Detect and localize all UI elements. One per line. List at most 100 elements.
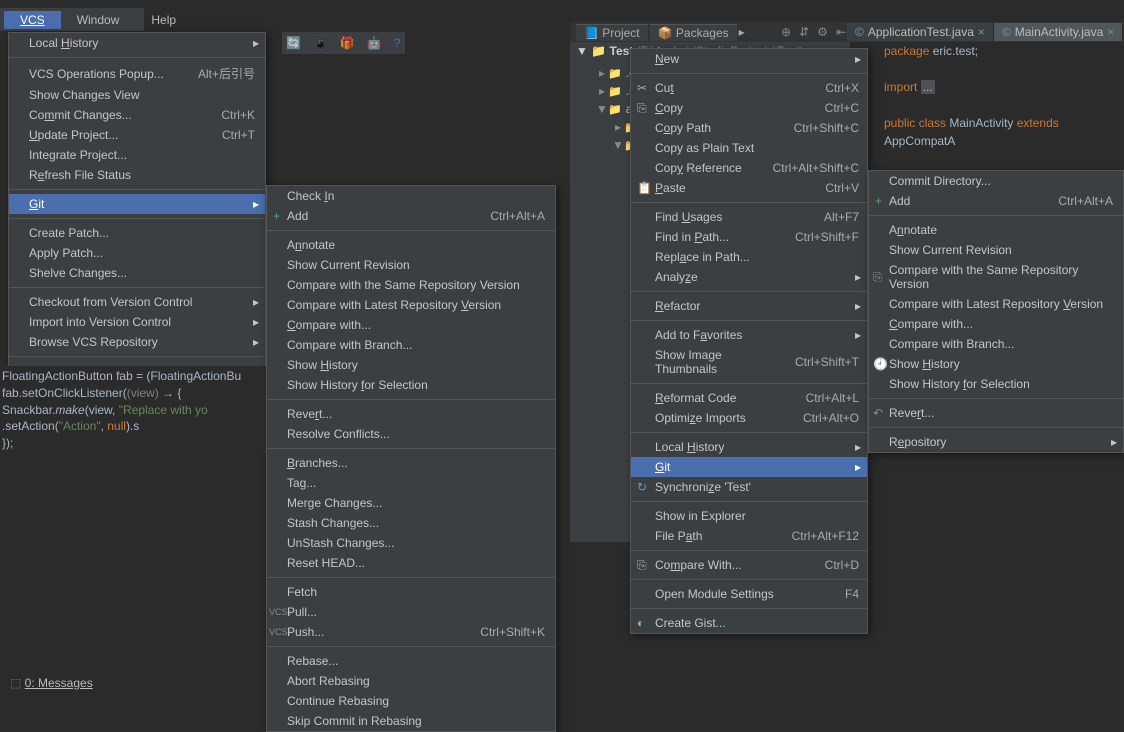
gi-stash[interactable]: Stash Changes... (267, 513, 555, 533)
gc-show-hist-sel[interactable]: Show History for Selection (869, 374, 1123, 394)
gc-show-hist[interactable]: 🕘Show History (869, 354, 1123, 374)
cx-sync[interactable]: ↻Synchronize 'Test' (631, 477, 867, 497)
mi-refresh[interactable]: Refresh File Status (9, 165, 265, 185)
mi-apply-patch[interactable]: Apply Patch... (9, 243, 265, 263)
gi-checkin[interactable]: Check In (267, 186, 555, 206)
gi-resolve[interactable]: Resolve Conflicts... (267, 424, 555, 444)
cx-copy-ref[interactable]: Copy ReferenceCtrl+Alt+Shift+C (631, 158, 867, 178)
gear-icon[interactable]: ⚙ (817, 25, 828, 39)
gi-unstash[interactable]: UnStash Changes... (267, 533, 555, 553)
gi-merge[interactable]: Merge Changes... (267, 493, 555, 513)
mi-browse[interactable]: Browse VCS Repository▸ (9, 332, 265, 352)
gi-annotate[interactable]: Annotate (267, 235, 555, 255)
mi-local-history[interactable]: Local History▸ (9, 33, 265, 53)
cx-find-path[interactable]: Find in Path...Ctrl+Shift+F (631, 227, 867, 247)
gi-branches[interactable]: Branches... (267, 453, 555, 473)
cx-copy-path[interactable]: Copy PathCtrl+Shift+C (631, 118, 867, 138)
gi-pull[interactable]: VCS↓Pull... (267, 602, 555, 622)
cx-open-module[interactable]: Open Module SettingsF4 (631, 584, 867, 604)
gc-annotate[interactable]: Annotate (869, 220, 1123, 240)
cx-file-path[interactable]: File PathCtrl+Alt+F12 (631, 526, 867, 546)
cx-optimize[interactable]: Optimize ImportsCtrl+Alt+O (631, 408, 867, 428)
cx-reformat[interactable]: Reformat CodeCtrl+Alt+L (631, 388, 867, 408)
sync-icon[interactable]: 🔄 (286, 36, 301, 50)
gi-tag[interactable]: Tag... (267, 473, 555, 493)
mi-integrate[interactable]: Integrate Project... (9, 145, 265, 165)
mi-update[interactable]: Update Project...Ctrl+T (9, 125, 265, 145)
git-submenu: Check In +AddCtrl+Alt+A Annotate Show Cu… (266, 185, 556, 732)
gi-fetch[interactable]: Fetch (267, 582, 555, 602)
cx-copy[interactable]: ⎘CopyCtrl+C (631, 98, 867, 118)
gi-abort-rebase[interactable]: Abort Rebasing (267, 671, 555, 691)
cx-show-thumb[interactable]: Show Image ThumbnailsCtrl+Shift+T (631, 345, 867, 379)
collapse-icon[interactable]: ⊕ (781, 25, 791, 39)
gi-cmp-latest[interactable]: Compare with Latest Repository Version (267, 295, 555, 315)
gc-revert[interactable]: ↶Revert... (869, 403, 1123, 423)
gi-rebase[interactable]: Rebase... (267, 651, 555, 671)
cx-analyze[interactable]: Analyze▸ (631, 267, 867, 287)
vcs-dropdown: Local History▸ VCS Operations Popup...Al… (8, 32, 266, 382)
menu-window[interactable]: Window (61, 11, 136, 29)
gc-repository[interactable]: Repository▸ (869, 432, 1123, 452)
device-icon[interactable]: 📱 (313, 36, 328, 50)
cx-refactor[interactable]: Refactor▸ (631, 296, 867, 316)
gi-show-hist[interactable]: Show History (267, 355, 555, 375)
tab-project[interactable]: 📘 Project (576, 24, 648, 41)
cx-find-usages[interactable]: Find UsagesAlt+F7 (631, 207, 867, 227)
gi-revert[interactable]: Revert... (267, 404, 555, 424)
gi-cmp-branch[interactable]: Compare with Branch... (267, 335, 555, 355)
gi-cmp-same[interactable]: Compare with the Same Repository Version (267, 275, 555, 295)
mi-show-changes[interactable]: Show Changes View (9, 85, 265, 105)
gi-skip-commit[interactable]: Skip Commit in Rebasing (267, 711, 555, 731)
gi-show-cur[interactable]: Show Current Revision (267, 255, 555, 275)
menubar: VCS Window Help (0, 8, 144, 32)
bug-icon[interactable]: 🎁 (340, 36, 355, 50)
gc-add[interactable]: +AddCtrl+Alt+A (869, 191, 1123, 211)
tab-more-arrow[interactable]: ▸ (739, 25, 745, 39)
menu-help[interactable]: Help (135, 11, 192, 29)
gi-show-hist-sel[interactable]: Show History for Selection (267, 375, 555, 395)
cx-compare-with[interactable]: ⎘Compare With...Ctrl+D (631, 555, 867, 575)
gi-cmp-with[interactable]: Compare with... (267, 315, 555, 335)
code-snippet-left: FloatingActionButton fab = (FloatingActi… (0, 366, 266, 454)
mi-checkout[interactable]: Checkout from Version Control▸ (9, 292, 265, 312)
tab-packages[interactable]: 📦 Packages (650, 24, 737, 41)
gi-continue-rebase[interactable]: Continue Rebasing (267, 691, 555, 711)
gc-cmp-with[interactable]: Compare with... (869, 314, 1123, 334)
mi-git[interactable]: Git▸ (9, 194, 265, 214)
mi-import-vc[interactable]: Import into Version Control▸ (9, 312, 265, 332)
cx-local-hist[interactable]: Local History▸ (631, 437, 867, 457)
menu-vcs[interactable]: VCS (4, 11, 61, 29)
mi-shelve[interactable]: Shelve Changes... (9, 263, 265, 283)
cx-show-explorer[interactable]: Show in Explorer (631, 506, 867, 526)
android-icon[interactable]: 🤖 (367, 36, 382, 50)
cx-copy-plain[interactable]: Copy as Plain Text (631, 138, 867, 158)
gc-cmp-same[interactable]: ⎘Compare with the Same Repository Versio… (869, 260, 1123, 294)
cx-replace-path[interactable]: Replace in Path... (631, 247, 867, 267)
hide-icon[interactable]: ⇤ (836, 25, 846, 39)
gi-add[interactable]: +AddCtrl+Alt+A (267, 206, 555, 226)
close-icon[interactable]: × (1107, 25, 1114, 39)
tab-app-test[interactable]: ©ApplicationTest.java× (847, 23, 994, 41)
mi-vcs-ops[interactable]: VCS Operations Popup...Alt+后引号 (9, 62, 265, 85)
help-icon[interactable]: ? (394, 36, 401, 50)
close-icon[interactable]: × (978, 25, 985, 39)
cx-create-gist[interactable]: ◐Create Gist... (631, 613, 867, 633)
gc-cmp-branch[interactable]: Compare with Branch... (869, 334, 1123, 354)
gi-reset[interactable]: Reset HEAD... (267, 553, 555, 573)
gi-push[interactable]: VCS↑Push...Ctrl+Shift+K (267, 622, 555, 642)
gc-cmp-latest[interactable]: Compare with Latest Repository Version (869, 294, 1123, 314)
cx-git[interactable]: Git▸ (631, 457, 867, 477)
cx-new[interactable]: New▸ (631, 49, 867, 69)
mi-create-patch[interactable]: Create Patch... (9, 223, 265, 243)
mi-commit[interactable]: Commit Changes...Ctrl+K (9, 105, 265, 125)
cx-paste[interactable]: 📋PasteCtrl+V (631, 178, 867, 198)
messages-bar[interactable]: 0: Messages (10, 676, 93, 690)
divider-icon: ⇵ (799, 25, 809, 39)
gc-show-cur[interactable]: Show Current Revision (869, 240, 1123, 260)
main-toolbar: 🔄 📱 🎁 🤖 ? (282, 32, 405, 54)
cx-cut[interactable]: ✂CutCtrl+X (631, 78, 867, 98)
tab-main-activity[interactable]: ©MainActivity.java× (994, 23, 1123, 41)
cx-add-fav[interactable]: Add to Favorites▸ (631, 325, 867, 345)
gc-commit-dir[interactable]: Commit Directory... (869, 171, 1123, 191)
